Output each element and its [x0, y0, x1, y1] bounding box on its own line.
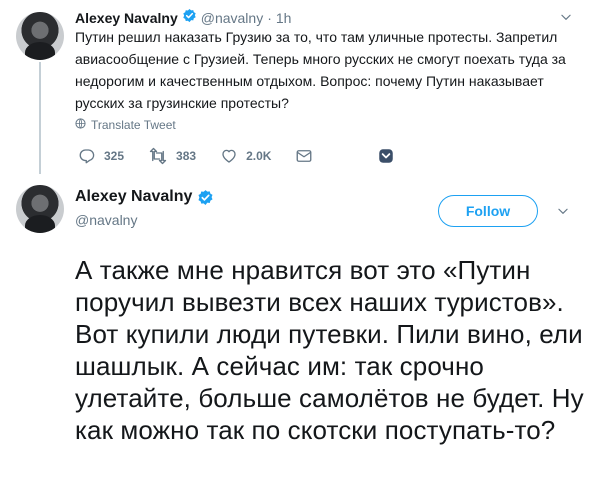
reply-button[interactable]: 325	[78, 147, 124, 165]
retweet-button[interactable]: 383	[148, 147, 196, 165]
like-icon	[220, 147, 238, 165]
reply-tweet-text: Путин решил наказать Грузию за то, что т…	[75, 29, 566, 111]
main-tweet-author: Alexey Navalny	[75, 188, 214, 206]
separator-dot: ·	[267, 10, 272, 26]
reply-tweet-actions: 325 383 2.0K	[78, 147, 419, 165]
verified-badge-icon	[197, 189, 214, 206]
reply-tweet-header: Alexey Navalny @navalny · 1h	[75, 8, 291, 28]
reply-handle[interactable]: @navalny	[201, 10, 263, 26]
verified-badge-icon	[182, 8, 197, 28]
thread-line	[39, 62, 41, 174]
reply-author-name[interactable]: Alexey Navalny	[75, 10, 178, 26]
reply-count: 325	[104, 149, 125, 163]
main-tweet-avatar[interactable]	[16, 185, 64, 233]
retweet-count: 383	[176, 149, 197, 163]
chevron-down-icon[interactable]	[556, 204, 570, 223]
like-button[interactable]: 2.0K	[220, 147, 271, 165]
main-handle[interactable]: @navalny	[75, 212, 137, 228]
reply-tweet-avatar[interactable]	[16, 12, 64, 60]
bookmark-icon	[377, 147, 395, 165]
translate-tweet-link[interactable]: Translate Tweet	[75, 118, 176, 132]
retweet-icon	[148, 147, 168, 165]
translate-label: Translate Tweet	[91, 118, 176, 132]
reply-time[interactable]: 1h	[276, 10, 292, 26]
dm-icon	[295, 147, 313, 165]
like-count: 2.0K	[246, 149, 272, 163]
follow-button[interactable]: Follow	[438, 195, 538, 227]
main-author-name[interactable]: Alexey Navalny	[75, 188, 192, 206]
dm-button[interactable]	[295, 147, 313, 165]
globe-icon	[75, 118, 86, 132]
main-tweet-text: А также мне нравится вот это «Путин пору…	[75, 255, 584, 445]
reply-icon	[78, 147, 96, 165]
bookmark-button[interactable]	[377, 147, 395, 165]
